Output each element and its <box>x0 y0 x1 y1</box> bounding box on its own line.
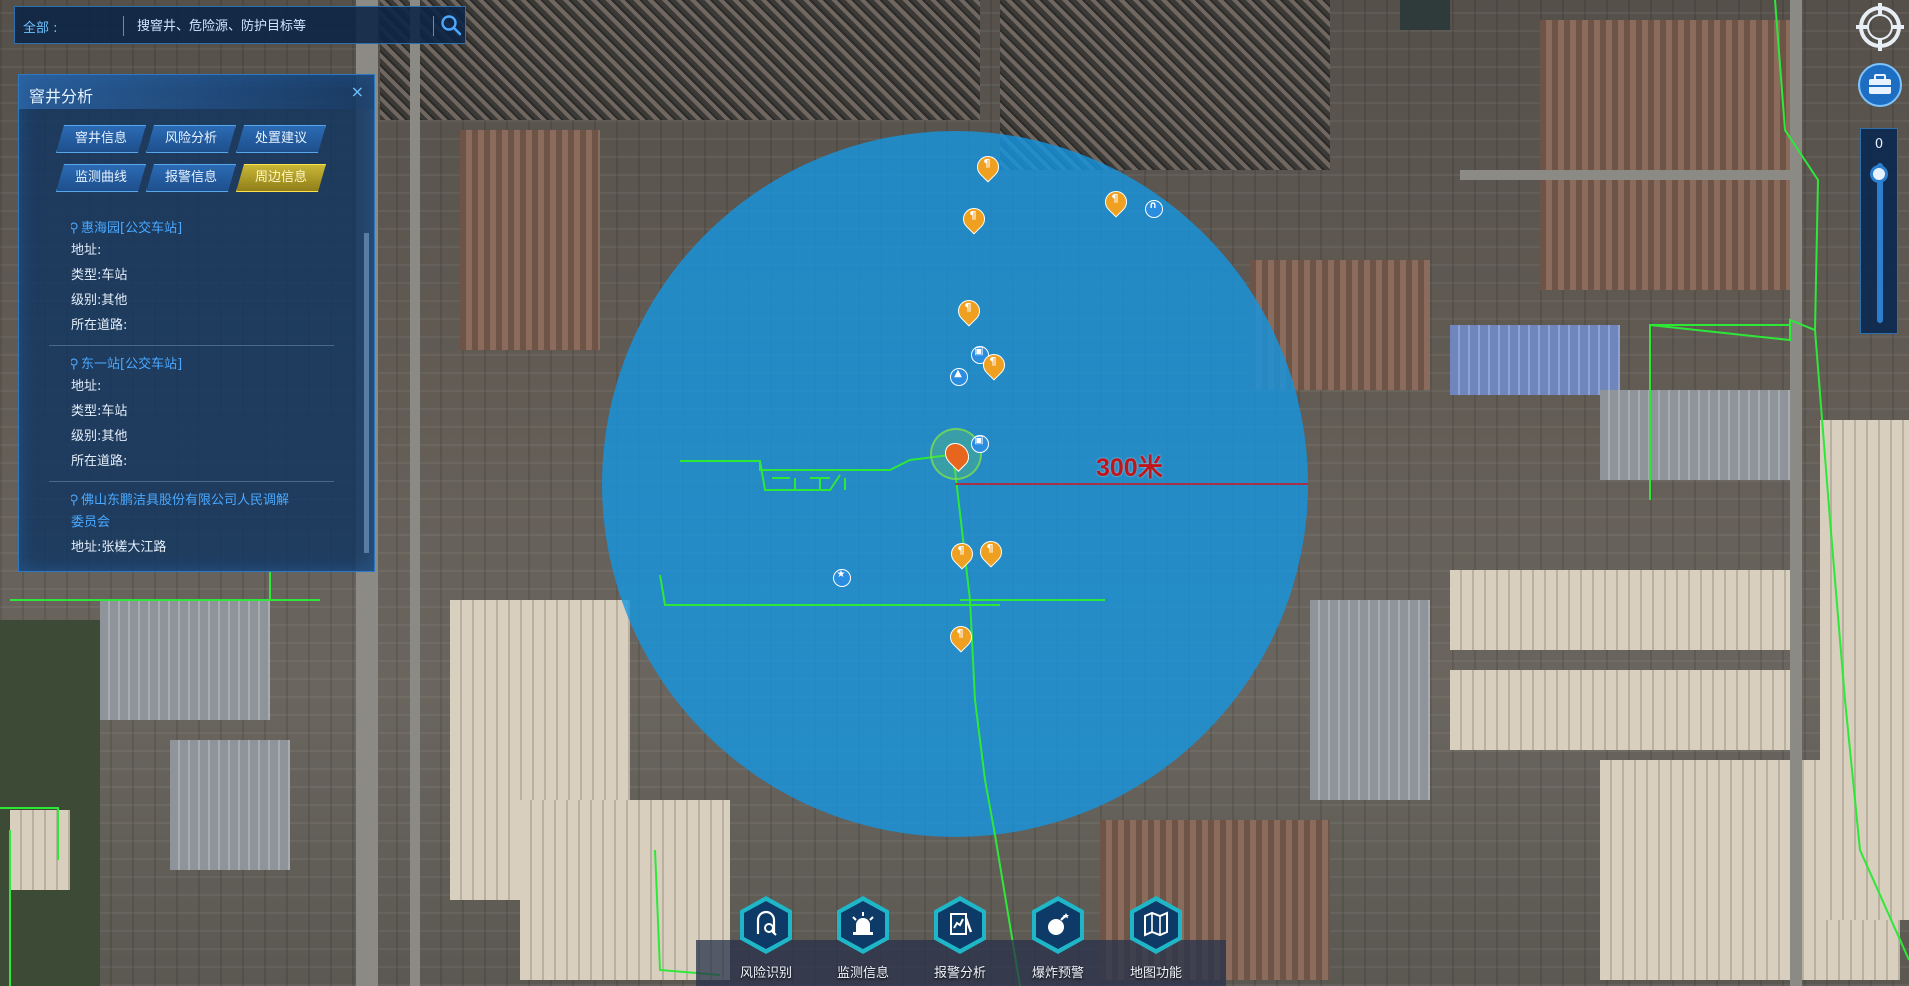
poi-address: 地址: <box>71 379 102 394</box>
divider <box>433 16 434 36</box>
compass-icon <box>1856 3 1904 51</box>
poi-type: 类型:车站 <box>71 404 128 419</box>
poi-level: 级别:其他 <box>71 429 128 444</box>
dock-map-function-button[interactable]: 地图功能 <box>1116 896 1196 986</box>
restaurant-poi-marker[interactable]: ¶ <box>953 295 985 327</box>
restaurant-icon: ¶ <box>969 209 977 222</box>
list-item[interactable]: ⚲ 佛山东鹏洁具股份有限公司人民调解 委员会 地址:张槎大江路 <box>71 492 361 560</box>
poi-name[interactable]: 东一站[公交车站] <box>81 357 182 372</box>
tab-surrounding-info[interactable]: 周边信息 <box>236 164 326 192</box>
compass-button[interactable] <box>1855 2 1905 52</box>
bus-icon: ▣ <box>974 435 984 446</box>
list-item[interactable]: ⚲ 东一站[公交车站] 地址: 类型:车站 级别:其他 所在道路: <box>71 356 361 474</box>
tab-alarm-info[interactable]: 报警信息 <box>146 164 236 192</box>
dock-label: 监测信息 <box>836 966 889 981</box>
dock-label: 报警分析 <box>933 966 986 981</box>
risk-identify-icon <box>756 910 777 936</box>
poi-level: 级别:其他 <box>71 293 128 308</box>
panel-header: 窨井分析 × <box>19 75 374 109</box>
search-scope-selector[interactable]: 全部 : <box>23 17 58 36</box>
restaurant-icon: ¶ <box>983 157 991 170</box>
poi-type: 类型:车站 <box>71 268 128 283</box>
zoom-slider[interactable]: 0 <box>1860 128 1898 334</box>
star-icon: ★ <box>836 569 846 580</box>
poi-address: 地址:张槎大江路 <box>71 540 167 555</box>
location-pin-icon: ⚲ <box>71 357 79 372</box>
close-button[interactable]: × <box>351 82 364 101</box>
surrounding-poi-list: ⚲ 惠海园[公交车站] 地址: 类型:车站 级别:其他 所在道路: ⚲ 东一站[公交… <box>71 220 361 560</box>
divider <box>123 16 124 36</box>
poi-address: 地址: <box>71 243 102 258</box>
tab-disposal-advice[interactable]: 处置建议 <box>236 125 326 153</box>
tab-manhole-info[interactable]: 窨井信息 <box>56 125 146 153</box>
dock-label: 地图功能 <box>1129 966 1182 981</box>
restaurant-poi-marker[interactable]: ¶ <box>1100 186 1132 218</box>
restaurant-poi-marker[interactable]: ¶ <box>958 203 990 235</box>
restaurant-icon: ¶ <box>956 627 964 640</box>
dock-alarm-analysis-button[interactable]: 报警分析 <box>920 896 1000 986</box>
manhole-pin-icon <box>940 438 974 472</box>
radius-label: 300米 <box>1096 454 1163 482</box>
alarm-analysis-icon <box>950 913 973 935</box>
toolbox-button[interactable] <box>1858 63 1902 107</box>
divider <box>49 345 334 346</box>
poi-name[interactable]: 惠海园[公交车站] <box>81 221 182 236</box>
search-bar: 全部 : <box>14 6 466 44</box>
transit-poi-marker[interactable]: ∩ <box>1145 200 1165 224</box>
poi-name-continued[interactable]: 委员会 <box>71 510 361 535</box>
toolbox-icon <box>1869 74 1891 94</box>
zoom-knob[interactable] <box>1870 165 1888 183</box>
list-item[interactable]: ⚲ 惠海园[公交车站] 地址: 类型:车站 级别:其他 所在道路: <box>71 220 361 338</box>
dock-label: 风险识别 <box>739 966 792 981</box>
search-input[interactable] <box>135 13 429 39</box>
dock-label: 爆炸预警 <box>1031 966 1084 981</box>
restaurant-poi-marker[interactable]: ¶ <box>975 536 1007 568</box>
alarm-light-icon <box>852 912 874 935</box>
restaurant-poi-marker[interactable]: ¶ <box>978 349 1010 381</box>
poi-road: 所在道路: <box>71 454 128 469</box>
dock-risk-identify-button[interactable]: 风险识别 <box>726 896 806 986</box>
restaurant-icon: ¶ <box>986 542 994 555</box>
restaurant-poi-marker[interactable]: ¶ <box>972 151 1004 183</box>
dock-explosion-warning-button[interactable]: 爆炸预警 <box>1018 896 1098 986</box>
zoom-level-value: 0 <box>1874 137 1884 152</box>
restaurant-icon: ¶ <box>1111 192 1119 205</box>
location-pin-icon: ⚲ <box>71 493 79 508</box>
restaurant-icon: ¶ <box>989 355 997 368</box>
panel-scrollbar[interactable] <box>364 233 369 553</box>
search-icon <box>441 15 462 36</box>
dock-monitoring-info-button[interactable]: 监测信息 <box>823 896 903 986</box>
tab-monitoring-curve[interactable]: 监测曲线 <box>56 164 146 192</box>
station-icon: ▲ <box>954 368 962 379</box>
panel-title: 窨井分析 <box>29 87 94 106</box>
search-button[interactable] <box>439 13 463 37</box>
location-pin-icon: ⚲ <box>71 221 79 236</box>
transit-icon: ∩ <box>1148 200 1158 211</box>
restaurant-poi-marker[interactable]: ¶ <box>946 538 978 570</box>
tab-risk-analysis[interactable]: 风险分析 <box>146 125 236 153</box>
poi-name[interactable]: 佛山东鹏洁具股份有限公司人民调解 <box>81 493 289 508</box>
map-function-icon <box>1144 911 1168 937</box>
zoom-rail[interactable] <box>1877 163 1883 323</box>
bomb-icon <box>1048 913 1069 935</box>
restaurant-icon: ¶ <box>964 301 972 314</box>
divider <box>49 481 334 482</box>
restaurant-icon: ¶ <box>957 544 965 557</box>
manhole-analysis-panel: 窨井分析 × 窨井信息 风险分析 处置建议 监测曲线 报警信息 周边信息 ⚲ 惠海… <box>18 74 375 572</box>
restaurant-poi-marker[interactable]: ¶ <box>945 621 977 653</box>
station-poi-marker[interactable]: ▲ <box>950 368 970 392</box>
bus-stop-poi-marker[interactable]: ▣ <box>971 435 991 459</box>
protection-target-poi-marker[interactable]: ★ <box>833 569 853 593</box>
poi-road: 所在道路: <box>71 318 128 333</box>
